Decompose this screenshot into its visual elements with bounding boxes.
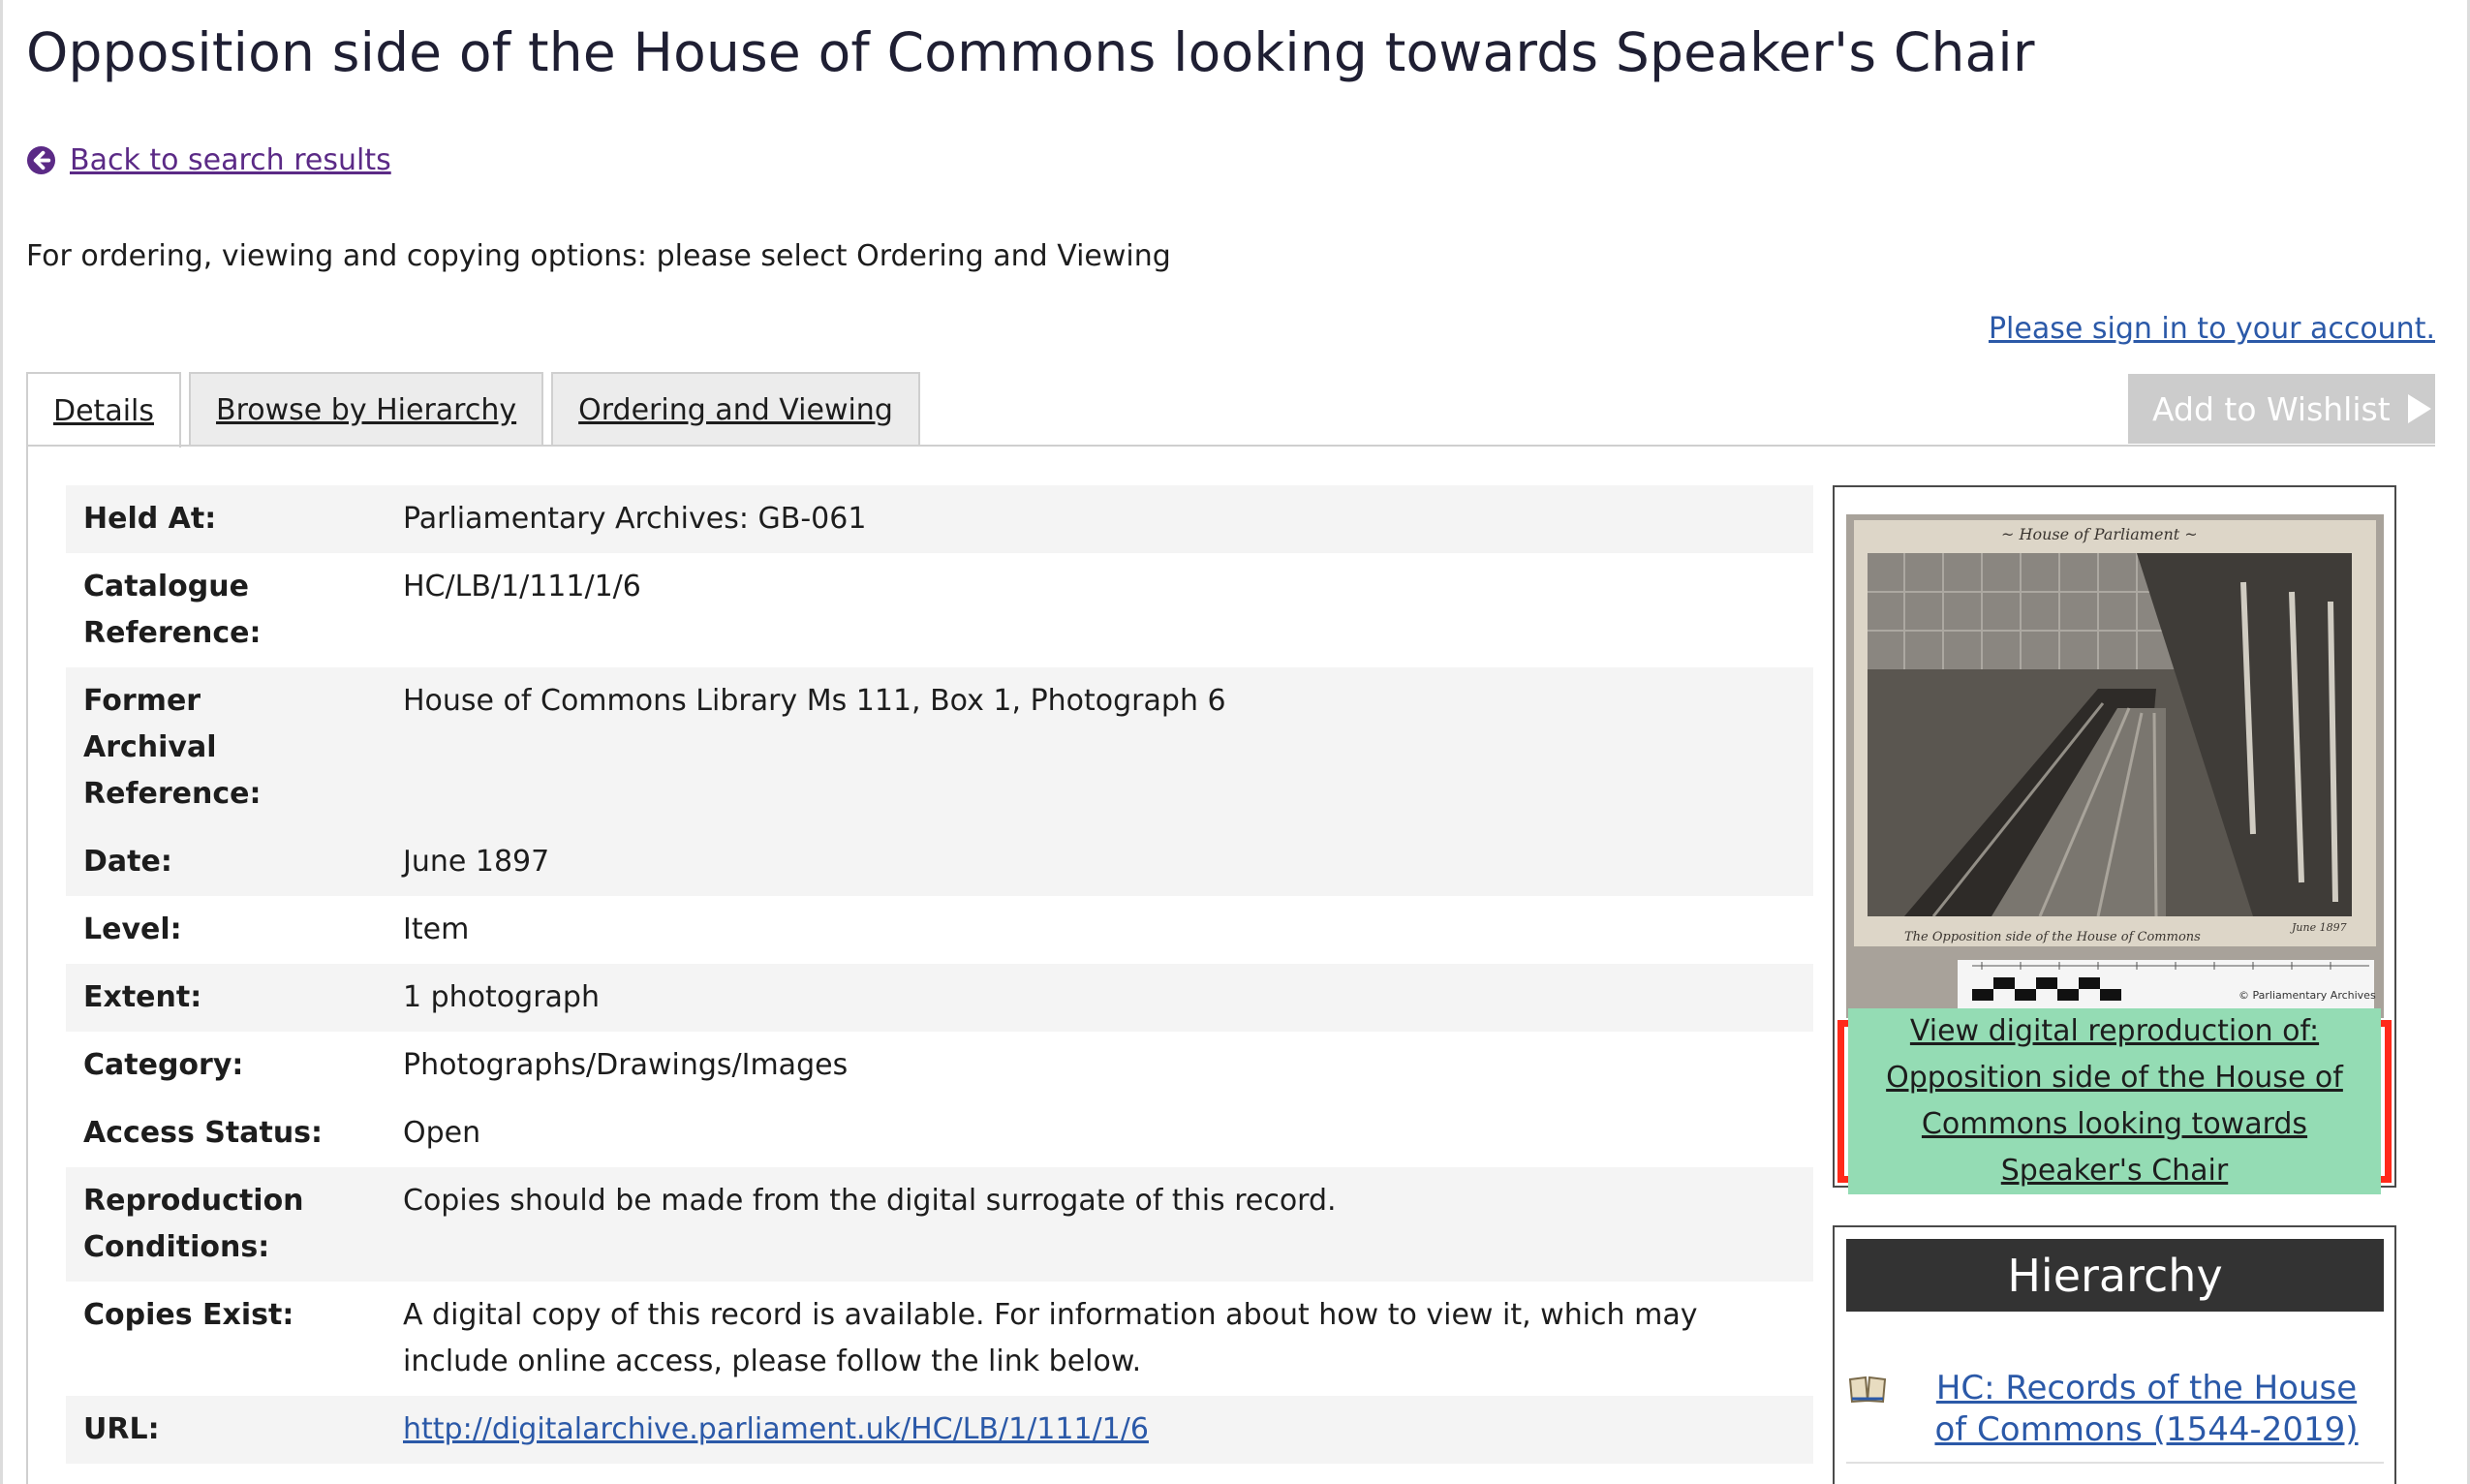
copyright-label: © Parliamentary Archives <box>2238 989 2376 1002</box>
photo-inscription: The Opposition side of the House of Comm… <box>1904 930 2201 944</box>
detail-value: Copies should be made from the digital s… <box>403 1184 1337 1218</box>
tab-divider <box>26 445 2435 447</box>
detail-value: HC/LB/1/111/1/6 <box>403 570 641 603</box>
tab-details[interactable]: Details <box>26 372 182 448</box>
detail-row-reproduction-conditions: Reproduction Conditions: Copies should b… <box>66 1167 1813 1282</box>
detail-label: Date: <box>83 845 172 879</box>
hierarchy-item-link[interactable]: HC: Records of the House of Commons (154… <box>1933 1368 2360 1451</box>
handwritten-caption: ~ House of Parliament ~ <box>2001 525 2198 543</box>
detail-row-held-at: Held At: Parliamentary Archives: GB-061 <box>66 485 1813 553</box>
detail-value: A digital copy of this record is availab… <box>403 1298 1698 1378</box>
tab-browse-hierarchy[interactable]: Browse by Hierarchy <box>189 372 544 446</box>
view-digital-reproduction-link[interactable]: View digital reproduction of: Opposition… <box>1837 1008 2392 1194</box>
detail-value: June 1897 <box>403 845 550 879</box>
digital-image-panel: ~ House of Parliament ~ The Opposition s… <box>1833 485 2396 1194</box>
detail-row-former-reference: Former Archival Reference: House of Comm… <box>66 667 1813 828</box>
detail-value: Photographs/Drawings/Images <box>403 1048 849 1082</box>
detail-row-copies-exist: Copies Exist: A digital copy of this rec… <box>66 1282 1813 1396</box>
view-digital-reproduction-text[interactable]: View digital reproduction of: Opposition… <box>1848 1008 2381 1194</box>
detail-label: Former Archival Reference: <box>83 684 262 811</box>
detail-label: Held At: <box>83 502 217 536</box>
page-title: Opposition side of the House of Commons … <box>26 21 2035 83</box>
detail-label: Category: <box>83 1048 244 1082</box>
detail-value: Open <box>403 1116 481 1150</box>
add-to-wishlist-button[interactable]: Add to Wishlist <box>2128 374 2435 444</box>
detail-value: http://digitalarchive.parliament.uk/HC/L… <box>403 1407 1813 1453</box>
detail-label: Extent: <box>83 980 202 1014</box>
detail-label: Level: <box>83 912 182 946</box>
detail-label: Copies Exist: <box>83 1298 294 1332</box>
arrow-left-circle-icon <box>26 145 56 175</box>
details-table: Held At: Parliamentary Archives: GB-061 … <box>66 485 1813 1464</box>
detail-row-date: Date: June 1897 <box>66 828 1813 896</box>
detail-label: URL: <box>83 1412 160 1446</box>
wishlist-label: Add to Wishlist <box>2152 389 2391 428</box>
hierarchy-item: HC: Records of the House of Commons (154… <box>1848 1368 2386 1451</box>
detail-label: Access Status: <box>83 1116 324 1150</box>
tab-bar: Details Browse by Hierarchy Ordering and… <box>26 372 928 448</box>
intro-text: For ordering, viewing and copying option… <box>26 239 1171 273</box>
detail-value: Parliamentary Archives: GB-061 <box>403 502 867 536</box>
hierarchy-heading: Hierarchy <box>1846 1239 2384 1312</box>
detail-value: House of Commons Library Ms 111, Box 1, … <box>403 684 1226 718</box>
detail-row-extent: Extent: 1 photograph <box>66 964 1813 1032</box>
detail-row-category: Category: Photographs/Drawings/Images <box>66 1032 1813 1099</box>
photo-date-inscription: June 1897 <box>2290 921 2347 934</box>
signin-link[interactable]: Please sign in to your account. <box>1989 312 2435 346</box>
book-icon <box>1848 1376 1887 1404</box>
back-link[interactable]: Back to search results <box>70 143 391 177</box>
panel-border <box>26 445 28 1484</box>
hierarchy-divider <box>1846 1462 2384 1464</box>
detail-label: Catalogue Reference: <box>83 570 262 650</box>
hierarchy-panel: Hierarchy HC: Records of the House of Co… <box>1833 1225 2396 1484</box>
detail-row-level: Level: Item <box>66 896 1813 964</box>
detail-value: 1 photograph <box>403 980 600 1014</box>
detail-value: Item <box>403 912 470 946</box>
back-to-search[interactable]: Back to search results <box>26 143 391 177</box>
detail-row-access-status: Access Status: Open <box>66 1099 1813 1167</box>
play-arrow-icon <box>2407 394 2431 423</box>
record-thumbnail-image[interactable]: ~ House of Parliament ~ The Opposition s… <box>1846 514 2384 1018</box>
detail-row-url: URL: http://digitalarchive.parliament.uk… <box>66 1396 1813 1464</box>
detail-label: Reproduction Conditions: <box>83 1184 304 1264</box>
record-url-link[interactable]: http://digitalarchive.parliament.uk/HC/L… <box>403 1412 1149 1446</box>
detail-row-catalogue-reference: Catalogue Reference: HC/LB/1/111/1/6 <box>66 553 1813 667</box>
tab-ordering-viewing[interactable]: Ordering and Viewing <box>551 372 920 446</box>
